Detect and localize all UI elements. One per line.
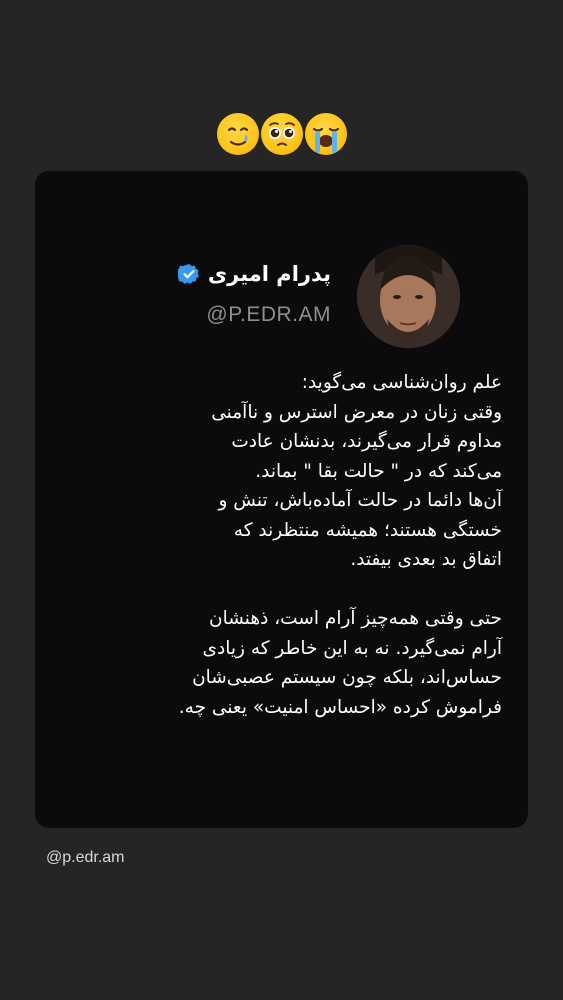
post-line: حتی وقتی همه‌چیز آرام است، ذهنشان — [209, 608, 502, 629]
post-line: حساس‌اند، بلکه چون سیستم عصبی‌شان — [192, 667, 502, 688]
post-line: می‌کند که در " حالت بقا " بماند. — [255, 460, 502, 482]
post-line: وقتی زنان در معرض استرس و ناآمنی — [211, 401, 502, 423]
post-line: آرام نمی‌گیرد. نه به این خاطر که زیادی — [202, 637, 503, 659]
post-line: اتفاق بد بعدی بیفتد. — [350, 549, 502, 570]
avatar[interactable] — [357, 245, 460, 348]
story-screen: پدرام امیری @P.EDR.AM علم روان‌شناسی می‌… — [0, 0, 563, 1000]
post-line: علم روان‌شناسی می‌گوید: — [301, 372, 502, 393]
post-line: فراموش کرده «احساس امنیت» یعنی چه. — [178, 696, 502, 718]
author-name[interactable]: پدرام امیری — [208, 262, 331, 286]
footer-mention[interactable]: @p.edr.am — [46, 849, 125, 867]
verified-badge-icon — [177, 264, 199, 284]
author-handle[interactable]: @P.EDR.AM — [206, 303, 331, 327]
post-line: آن‌ها دائما در حالت آماده‌باش، تنش و — [218, 490, 502, 511]
post-line: مداوم قرار می‌گیرند، بدنشان عادت — [231, 431, 502, 452]
loudly-crying-face-icon — [304, 113, 347, 155]
post-line: خستگی هستند؛ همیشه منتظرند که — [233, 519, 502, 541]
emoji-row — [0, 113, 563, 155]
pleading-face-icon — [260, 113, 303, 155]
smiling-face-with-tear-icon — [216, 113, 259, 155]
post-body: علم روان‌شناسی می‌گوید: وقتی زنان در معر… — [70, 368, 502, 722]
author-name-row: پدرام امیری — [177, 262, 331, 286]
